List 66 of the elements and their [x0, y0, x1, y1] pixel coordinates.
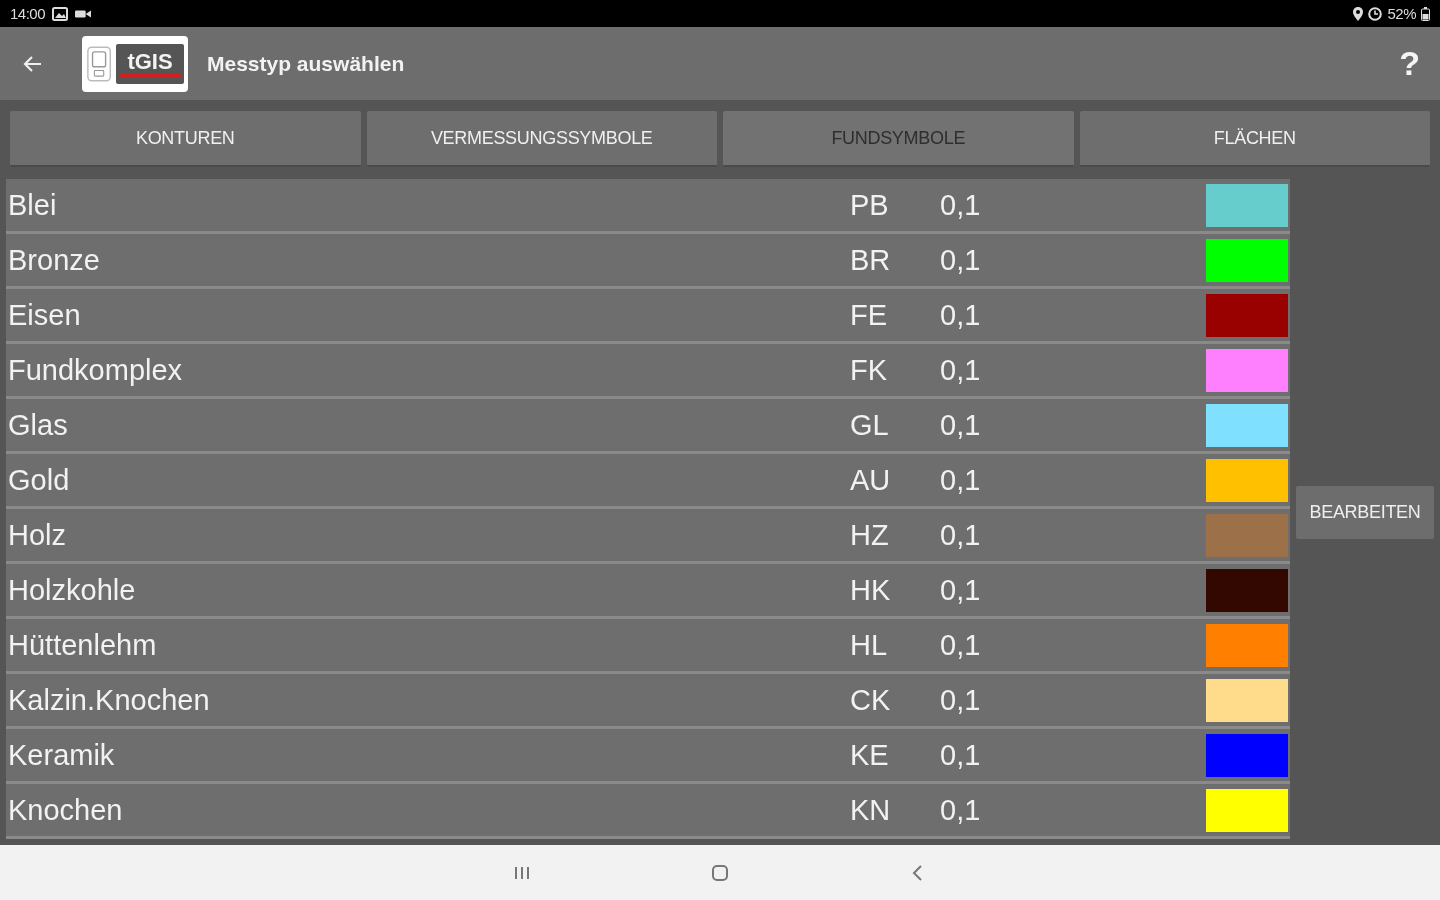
list-row[interactable]: Bronze BR 0,1 [6, 234, 1290, 289]
item-code: BR [850, 243, 892, 277]
item-code: KE [850, 738, 890, 772]
back-arrow-icon [22, 54, 42, 73]
item-value: 0,1 [940, 298, 982, 332]
item-code: PB [850, 188, 890, 222]
list-row[interactable]: Fundkomplex FK 0,1 [6, 344, 1290, 399]
location-pin-icon [1353, 6, 1364, 21]
item-name: Holzkohle [8, 573, 137, 607]
item-value: 0,1 [940, 188, 982, 222]
list-row[interactable]: Keramik KE 0,1 [6, 729, 1290, 784]
item-name: Keramik [8, 738, 116, 772]
image-icon [52, 6, 69, 21]
item-code: KN [850, 793, 892, 827]
battery-percent: 52% [1387, 5, 1416, 22]
item-name: Eisen [8, 298, 82, 332]
item-code: FK [850, 353, 889, 387]
item-value: 0,1 [940, 518, 982, 552]
list-row[interactable]: Holz HZ 0,1 [6, 509, 1290, 564]
list-row[interactable]: Hüttenlehm HL 0,1 [6, 619, 1290, 674]
item-name: Gold [8, 463, 71, 497]
list-row[interactable]: Blei PB 0,1 [6, 179, 1290, 234]
clock-icon [1368, 6, 1383, 21]
item-value: 0,1 [940, 353, 982, 387]
item-code: HL [850, 628, 889, 662]
item-name: Fundkomplex [8, 353, 184, 387]
item-value: 0,1 [940, 683, 982, 717]
tab[interactable]: FUNDSYMBOLE [723, 111, 1074, 167]
item-value: 0,1 [940, 243, 982, 277]
item-name: Bronze [8, 243, 101, 277]
logo-text: tGIS [127, 50, 173, 73]
battery-icon [1421, 6, 1430, 21]
item-code: AU [850, 463, 892, 497]
item-value: 0,1 [940, 793, 982, 827]
logo-stripe-icon [119, 73, 181, 77]
tab[interactable]: KONTUREN [10, 111, 361, 167]
item-code: HZ [850, 518, 890, 552]
list-row[interactable]: Gold AU 0,1 [6, 454, 1290, 509]
list-row[interactable]: Kalzin.Knochen CK 0,1 [6, 674, 1290, 729]
edit-button[interactable]: BEARBEITEN [1296, 485, 1434, 539]
item-value: 0,1 [940, 628, 982, 662]
item-name: Blei [8, 188, 58, 222]
list-row[interactable]: Knochen KN 0,1 [6, 784, 1290, 839]
list-row[interactable]: Holzkohle HK 0,1 [6, 564, 1290, 619]
back-button[interactable] [22, 54, 42, 73]
item-code: GL [850, 408, 890, 442]
item-name: Kalzin.Knochen [8, 683, 211, 717]
list-row[interactable]: Eisen FE 0,1 [6, 289, 1290, 344]
item-code: FE [850, 298, 889, 332]
item-value: 0,1 [940, 738, 982, 772]
item-name: Knochen [8, 793, 124, 827]
tab[interactable]: VERMESSUNGSSYMBOLE [366, 111, 717, 167]
item-value: 0,1 [940, 463, 982, 497]
status-time: 14:00 [10, 5, 46, 22]
list-row[interactable]: Glas GL 0,1 [6, 399, 1290, 454]
item-name: Holz [8, 518, 67, 552]
item-value: 0,1 [940, 573, 982, 607]
home-icon[interactable] [711, 863, 729, 882]
screen-title: Messtyp auswählen [207, 51, 405, 76]
help-button[interactable]: ? [1395, 44, 1424, 83]
item-code: CK [850, 683, 892, 717]
item-name: Glas [8, 408, 69, 442]
item-value: 0,1 [940, 408, 982, 442]
tab[interactable]: FLÄCHEN [1079, 111, 1430, 167]
item-code: HK [850, 573, 892, 607]
item-name: Hüttenlehm [8, 628, 158, 662]
